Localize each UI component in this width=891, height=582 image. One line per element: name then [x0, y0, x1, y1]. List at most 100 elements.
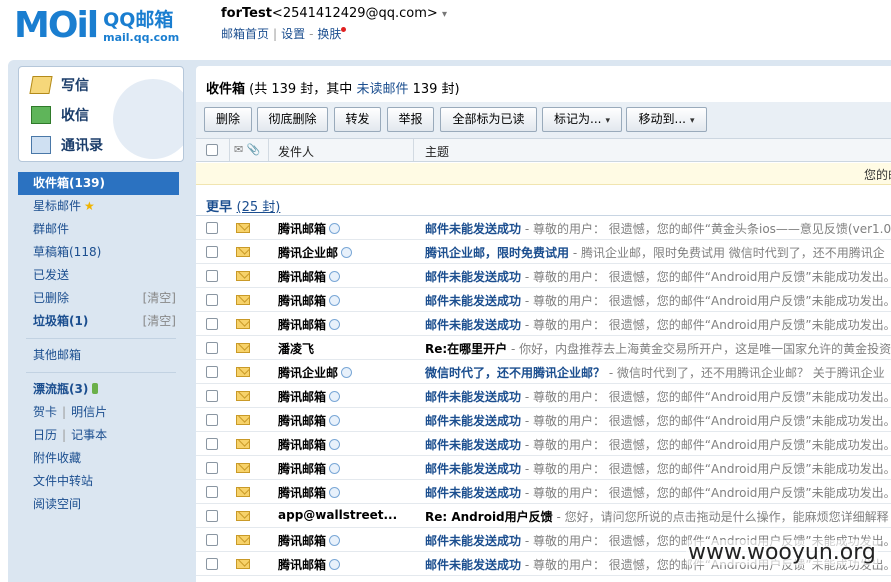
qqmail-logo[interactable]: MOil QQ邮箱 mail.qq.com — [14, 6, 179, 46]
write-mail-button[interactable]: 写信 — [29, 74, 89, 96]
row-checkbox[interactable] — [206, 270, 218, 282]
table-row[interactable]: 腾讯邮箱 邮件未能发送成功 - 尊敬的用户： 很遗憾，您的邮件“Android用户… — [196, 384, 891, 408]
sidebar-item-spam[interactable]: 垃圾箱(1) [清空] — [18, 310, 184, 333]
table-row[interactable]: 腾讯邮箱 邮件未能发送成功 - 尊敬的用户： 很遗憾，您的邮件“Android用户… — [196, 432, 891, 456]
sender-cell[interactable]: 腾讯邮箱 — [278, 532, 341, 549]
move-to-dropdown[interactable]: 移动到... ▾ — [626, 107, 707, 132]
table-row[interactable]: 潘凌飞 Re:在哪里开户 - 你好，内盘推荐去上海黄金交易所开户，这是唯一国家允许… — [196, 336, 891, 360]
subject-cell[interactable]: 邮件未能发送成功 - 尊敬的用户： 很遗憾，您的邮件“黄金头条ios——意见反馈… — [425, 220, 891, 237]
mark-as-dropdown[interactable]: 标记为... ▾ — [542, 107, 622, 132]
sidebar-item-sent[interactable]: 已发送 — [18, 264, 184, 287]
sender-cell[interactable]: 腾讯邮箱 — [278, 484, 341, 501]
contacts-button[interactable]: 通讯录 — [31, 134, 103, 156]
clear-spam-link[interactable]: [清空] — [143, 310, 176, 333]
table-row[interactable]: 腾讯企业邮 腾讯企业邮，限时免费试用 - 腾讯企业邮，限时免费试用 微信时代到了，… — [196, 240, 891, 264]
table-row[interactable]: 腾讯邮箱 邮件未能发送成功 - 尊敬的用户： 很遗憾，您的邮件“黄金头条ios——… — [196, 216, 891, 240]
mark-all-read-button[interactable]: 全部标为已读 — [440, 107, 537, 132]
subject-cell[interactable]: 邮件未能发送成功 - 尊敬的用户： 很遗憾，您的邮件“Android用户反馈”未… — [425, 484, 891, 501]
skin-link[interactable]: 换肤 — [317, 27, 341, 41]
row-checkbox[interactable] — [206, 438, 218, 450]
sidebar-item-attachments[interactable]: 附件收藏 — [18, 447, 184, 470]
row-checkbox[interactable] — [206, 462, 218, 474]
row-checkbox[interactable] — [206, 486, 218, 498]
sidebar-item-starred[interactable]: 星标邮件 ★ — [18, 195, 184, 218]
sender-cell[interactable]: 腾讯邮箱 — [278, 220, 341, 237]
row-checkbox[interactable] — [206, 510, 218, 522]
subject-cell[interactable]: 邮件未能发送成功 - 尊敬的用户： 很遗憾，您的邮件“Android用户反馈”未… — [425, 316, 891, 333]
delete-button[interactable]: 删除 — [204, 107, 252, 132]
clear-deleted-link[interactable]: [清空] — [143, 287, 176, 310]
sidebar-item-drift-bottle[interactable]: 漂流瓶(3) — [18, 378, 184, 401]
bottle-icon — [92, 383, 99, 394]
table-row[interactable]: 腾讯邮箱 邮件未能发送成功 - 尊敬的用户： 很遗憾，您的邮件“Android用户… — [196, 456, 891, 480]
subject-column-header[interactable]: 主题 — [425, 143, 449, 160]
sidebar-item-calendar[interactable]: 日历 — [33, 428, 57, 442]
subject-cell[interactable]: 腾讯企业邮，限时免费试用 - 腾讯企业邮，限时免费试用 微信时代到了，还不用腾讯… — [425, 244, 885, 261]
sender-cell[interactable]: 腾讯邮箱 — [278, 460, 341, 477]
sidebar-item-drafts[interactable]: 草稿箱(118) — [18, 241, 184, 264]
table-row[interactable]: 腾讯邮箱 邮件未能发送成功 - 尊敬的用户： 很遗憾，您的邮件“Android用户… — [196, 288, 891, 312]
sender-cell[interactable]: app@wallstreet... — [278, 508, 397, 522]
receive-mail-button[interactable]: 收信 — [31, 104, 89, 126]
sidebar-item-notes[interactable]: 记事本 — [71, 428, 107, 442]
forward-button[interactable]: 转发 — [334, 107, 381, 132]
sender-column-header[interactable]: 发件人 — [278, 143, 314, 160]
sender-cell[interactable]: 腾讯邮箱 — [278, 292, 341, 309]
row-checkbox[interactable] — [206, 222, 218, 234]
row-checkbox[interactable] — [206, 318, 218, 330]
table-row[interactable]: 腾讯邮箱 邮件未能发送成功 - 尊敬的用户： 很遗憾，您的邮件“Android用户… — [196, 408, 891, 432]
table-row[interactable]: app@wallstreet... Re: Android用户反馈 - 您好，请问… — [196, 504, 891, 528]
envelope-icon — [236, 391, 250, 401]
row-checkbox[interactable] — [206, 534, 218, 546]
row-checkbox[interactable] — [206, 414, 218, 426]
subject-cell[interactable]: 微信时代了，还不用腾讯企业邮？ - 微信时代到了，还不用腾讯企业邮？ 关于腾讯企… — [425, 364, 885, 381]
subject-cell[interactable]: 邮件未能发送成功 - 尊敬的用户： 很遗憾，您的邮件“Android用户反馈”未… — [425, 292, 891, 309]
select-all-checkbox[interactable] — [206, 144, 218, 156]
table-row[interactable]: 腾讯邮箱 邮件未能发送成功 - 尊敬的用户： 很遗憾，您的邮件“Android用户… — [196, 480, 891, 504]
unread-link[interactable]: 未读邮件 — [356, 82, 408, 97]
sender-cell[interactable]: 腾讯企业邮 — [278, 244, 353, 261]
subject-cell[interactable]: 邮件未能发送成功 - 尊敬的用户： 很遗憾，您的邮件“Android用户反馈”未… — [425, 268, 891, 285]
sender-cell[interactable]: 腾讯邮箱 — [278, 556, 341, 573]
notice-text[interactable]: 您的邮 — [864, 166, 891, 183]
settings-link[interactable]: 设置 — [281, 27, 305, 41]
account-chevron-down-icon[interactable]: ▾ — [442, 9, 447, 20]
row-checkbox[interactable] — [206, 342, 218, 354]
subject-cell[interactable]: Re:在哪里开户 - 你好，内盘推荐去上海黄金交易所开户，这是唯一国家允许的黄金… — [425, 340, 891, 357]
home-link[interactable]: 邮箱首页 — [221, 27, 269, 41]
row-checkbox[interactable] — [206, 246, 218, 258]
sender-cell[interactable]: 腾讯邮箱 — [278, 268, 341, 285]
row-checkbox[interactable] — [206, 366, 218, 378]
subject-cell[interactable]: 邮件未能发送成功 - 尊敬的用户： 很遗憾，您的邮件“Android用户反馈”未… — [425, 412, 891, 429]
sidebar-item-deleted[interactable]: 已删除 [清空] — [18, 287, 184, 310]
sidebar-item-postcards[interactable]: 明信片 — [71, 405, 107, 419]
group-count-link[interactable]: (25 封) — [237, 200, 281, 215]
sidebar-item-groups[interactable]: 群邮件 — [18, 218, 184, 241]
sidebar-item-file-transfer[interactable]: 文件中转站 — [18, 470, 184, 493]
sender-cell[interactable]: 腾讯邮箱 — [278, 412, 341, 429]
sender-cell[interactable]: 腾讯邮箱 — [278, 388, 341, 405]
row-checkbox[interactable] — [206, 390, 218, 402]
sidebar-item-reading-space[interactable]: 阅读空间 — [18, 493, 184, 516]
row-checkbox[interactable] — [206, 294, 218, 306]
table-row[interactable]: 腾讯邮箱 邮件未能发送成功 - 尊敬的用户： 很遗憾，您的邮件“Android用户… — [196, 264, 891, 288]
table-row[interactable]: 腾讯邮箱 邮件未能发送成功 - 尊敬的用户： 很遗憾，您的邮件“Android用户… — [196, 312, 891, 336]
report-button[interactable]: 举报 — [387, 107, 434, 132]
subject-cell[interactable]: Re: Android用户反馈 - 您好，请问您所说的点击拖动是什么操作，能麻烦… — [425, 508, 889, 525]
row-checkbox[interactable] — [206, 558, 218, 570]
sender-cell[interactable]: 腾讯邮箱 — [278, 436, 341, 453]
sender-cell[interactable]: 腾讯邮箱 — [278, 316, 341, 333]
subject-cell[interactable]: 邮件未能发送成功 - 尊敬的用户： 很遗憾，您的邮件“Android用户反馈”未… — [425, 388, 891, 405]
account-info[interactable]: forTest<2541412429@qq.com> ▾ — [221, 6, 447, 21]
purge-button[interactable]: 彻底删除 — [257, 107, 328, 132]
sidebar-item-cards[interactable]: 贺卡 — [33, 405, 57, 419]
subject-cell[interactable]: 邮件未能发送成功 - 尊敬的用户： 很遗憾，您的邮件“Android用户反馈”未… — [425, 436, 891, 453]
preview-text: - 尊敬的用户： 很遗憾，您的邮件“黄金头条ios——意见反馈(ver1.0 — [521, 222, 891, 236]
sidebar-item-other-mailboxes[interactable]: 其他邮箱 — [18, 344, 184, 367]
sidebar-item-inbox[interactable]: 收件箱(139) — [18, 172, 179, 195]
sender-cell[interactable]: 腾讯企业邮 — [278, 364, 353, 381]
table-row[interactable]: 腾讯企业邮 微信时代了，还不用腾讯企业邮？ - 微信时代到了，还不用腾讯企业邮？ … — [196, 360, 891, 384]
subject-cell[interactable]: 邮件未能发送成功 - 尊敬的用户： 很遗憾，您的邮件“Android用户反馈”未… — [425, 460, 891, 477]
star-icon: ★ — [84, 199, 95, 213]
sender-cell[interactable]: 潘凌飞 — [278, 340, 314, 357]
